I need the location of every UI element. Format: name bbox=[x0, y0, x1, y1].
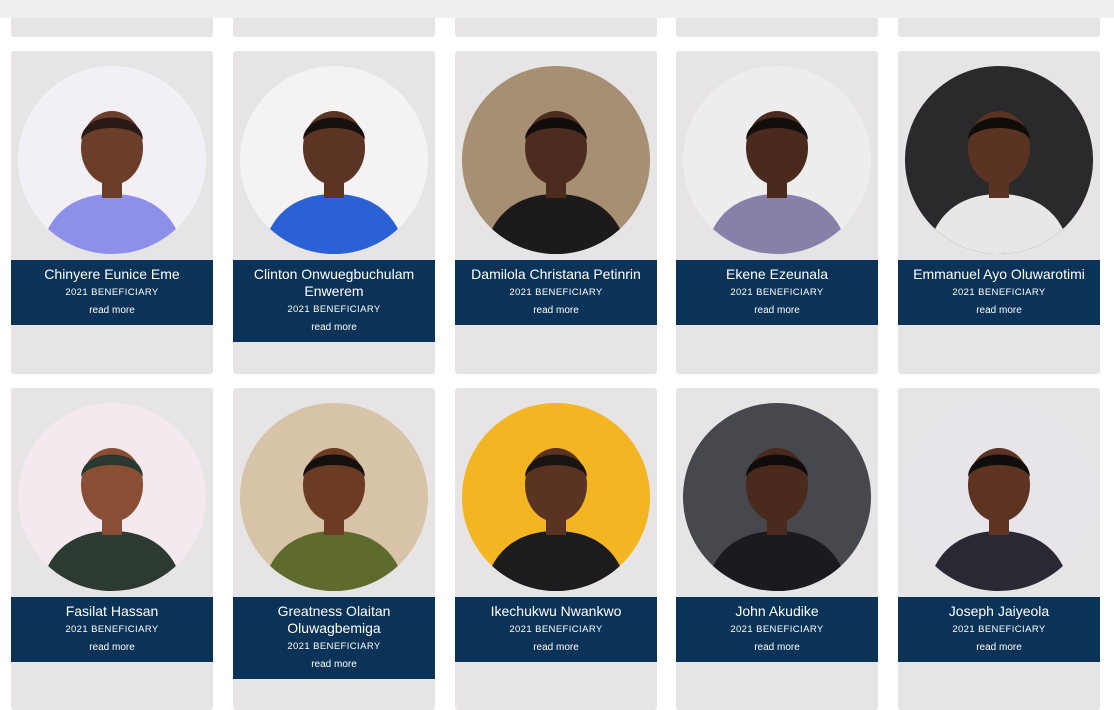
beneficiary-info: John Akudike 2021 BENEFICIARY read more bbox=[676, 597, 878, 662]
profile-photo bbox=[240, 403, 428, 591]
profile-photo bbox=[683, 403, 871, 591]
profile-photo bbox=[905, 66, 1093, 254]
beneficiary-year-tag: 2021 BENEFICIARY bbox=[287, 641, 381, 652]
read-more-link[interactable]: read more bbox=[902, 304, 1096, 317]
beneficiary-year-tag: 2021 BENEFICIARY bbox=[952, 624, 1046, 635]
beneficiary-name: Chinyere Eunice Eme bbox=[44, 266, 180, 282]
beneficiary-info: Clinton Onwuegbuchulam Enwerem 2021 BENE… bbox=[233, 260, 435, 342]
beneficiary-year-tag: 2021 BENEFICIARY bbox=[509, 624, 603, 635]
beneficiary-year-tag: 2021 BENEFICIARY bbox=[730, 624, 824, 635]
profile-photo bbox=[240, 66, 428, 254]
previous-row-card bbox=[898, 18, 1100, 37]
top-bar bbox=[0, 0, 1114, 18]
beneficiary-info: Joseph Jaiyeola 2021 BENEFICIARY read mo… bbox=[898, 597, 1100, 662]
beneficiary-info: Greatness Olaitan Oluwagbemiga 2021 BENE… bbox=[233, 597, 435, 679]
read-more-link[interactable]: read more bbox=[680, 641, 874, 654]
beneficiary-year-tag: 2021 BENEFICIARY bbox=[730, 287, 824, 298]
beneficiary-card[interactable]: Emmanuel Ayo Oluwarotimi 2021 BENEFICIAR… bbox=[898, 51, 1100, 374]
profile-photo bbox=[462, 403, 650, 591]
beneficiary-card[interactable]: Damilola Christana Petinrin 2021 BENEFIC… bbox=[455, 51, 657, 374]
beneficiary-info: Emmanuel Ayo Oluwarotimi 2021 BENEFICIAR… bbox=[898, 260, 1100, 325]
read-more-link[interactable]: read more bbox=[237, 321, 431, 334]
profile-photo bbox=[683, 66, 871, 254]
previous-row-card bbox=[455, 18, 657, 37]
beneficiary-card[interactable]: Ikechukwu Nwankwo 2021 BENEFICIARY read … bbox=[455, 388, 657, 710]
previous-row-card bbox=[233, 18, 435, 37]
read-more-link[interactable]: read more bbox=[237, 658, 431, 671]
profile-photo bbox=[18, 403, 206, 591]
beneficiary-name: Emmanuel Ayo Oluwarotimi bbox=[913, 266, 1085, 282]
read-more-link[interactable]: read more bbox=[902, 641, 1096, 654]
beneficiary-info: Damilola Christana Petinrin 2021 BENEFIC… bbox=[455, 260, 657, 325]
read-more-link[interactable]: read more bbox=[15, 304, 209, 317]
beneficiary-year-tag: 2021 BENEFICIARY bbox=[952, 287, 1046, 298]
previous-row-card bbox=[11, 18, 213, 37]
beneficiary-name: Ekene Ezeunala bbox=[726, 266, 828, 282]
beneficiary-name: Damilola Christana Petinrin bbox=[471, 266, 641, 282]
beneficiary-info: Ikechukwu Nwankwo 2021 BENEFICIARY read … bbox=[455, 597, 657, 662]
beneficiary-card[interactable]: Clinton Onwuegbuchulam Enwerem 2021 BENE… bbox=[233, 51, 435, 374]
beneficiary-name: John Akudike bbox=[735, 603, 819, 619]
profile-photo bbox=[18, 66, 206, 254]
beneficiary-card[interactable]: Greatness Olaitan Oluwagbemiga 2021 BENE… bbox=[233, 388, 435, 710]
previous-row-card bbox=[676, 18, 878, 37]
beneficiary-name: Joseph Jaiyeola bbox=[948, 603, 1050, 619]
beneficiary-card[interactable]: Ekene Ezeunala 2021 BENEFICIARY read mor… bbox=[676, 51, 878, 374]
beneficiary-info: Fasilat Hassan 2021 BENEFICIARY read mor… bbox=[11, 597, 213, 662]
beneficiary-name: Clinton Onwuegbuchulam Enwerem bbox=[253, 266, 415, 299]
read-more-link[interactable]: read more bbox=[459, 304, 653, 317]
read-more-link[interactable]: read more bbox=[459, 641, 653, 654]
profile-photo bbox=[462, 66, 650, 254]
beneficiary-name: Ikechukwu Nwankwo bbox=[490, 603, 622, 619]
beneficiary-info: Ekene Ezeunala 2021 BENEFICIARY read mor… bbox=[676, 260, 878, 325]
beneficiary-year-tag: 2021 BENEFICIARY bbox=[65, 624, 159, 635]
beneficiary-card[interactable]: Joseph Jaiyeola 2021 BENEFICIARY read mo… bbox=[898, 388, 1100, 710]
read-more-link[interactable]: read more bbox=[15, 641, 209, 654]
profile-photo bbox=[905, 403, 1093, 591]
beneficiary-card[interactable]: John Akudike 2021 BENEFICIARY read more bbox=[676, 388, 878, 710]
read-more-link[interactable]: read more bbox=[680, 304, 874, 317]
beneficiary-year-tag: 2021 BENEFICIARY bbox=[509, 287, 603, 298]
beneficiary-info: Chinyere Eunice Eme 2021 BENEFICIARY rea… bbox=[11, 260, 213, 325]
beneficiary-year-tag: 2021 BENEFICIARY bbox=[65, 287, 159, 298]
beneficiary-card[interactable]: Fasilat Hassan 2021 BENEFICIARY read mor… bbox=[11, 388, 213, 710]
beneficiary-card[interactable]: Chinyere Eunice Eme 2021 BENEFICIARY rea… bbox=[11, 51, 213, 374]
beneficiary-year-tag: 2021 BENEFICIARY bbox=[287, 304, 381, 315]
beneficiary-name: Greatness Olaitan Oluwagbemiga bbox=[277, 603, 391, 636]
beneficiary-name: Fasilat Hassan bbox=[65, 603, 159, 619]
